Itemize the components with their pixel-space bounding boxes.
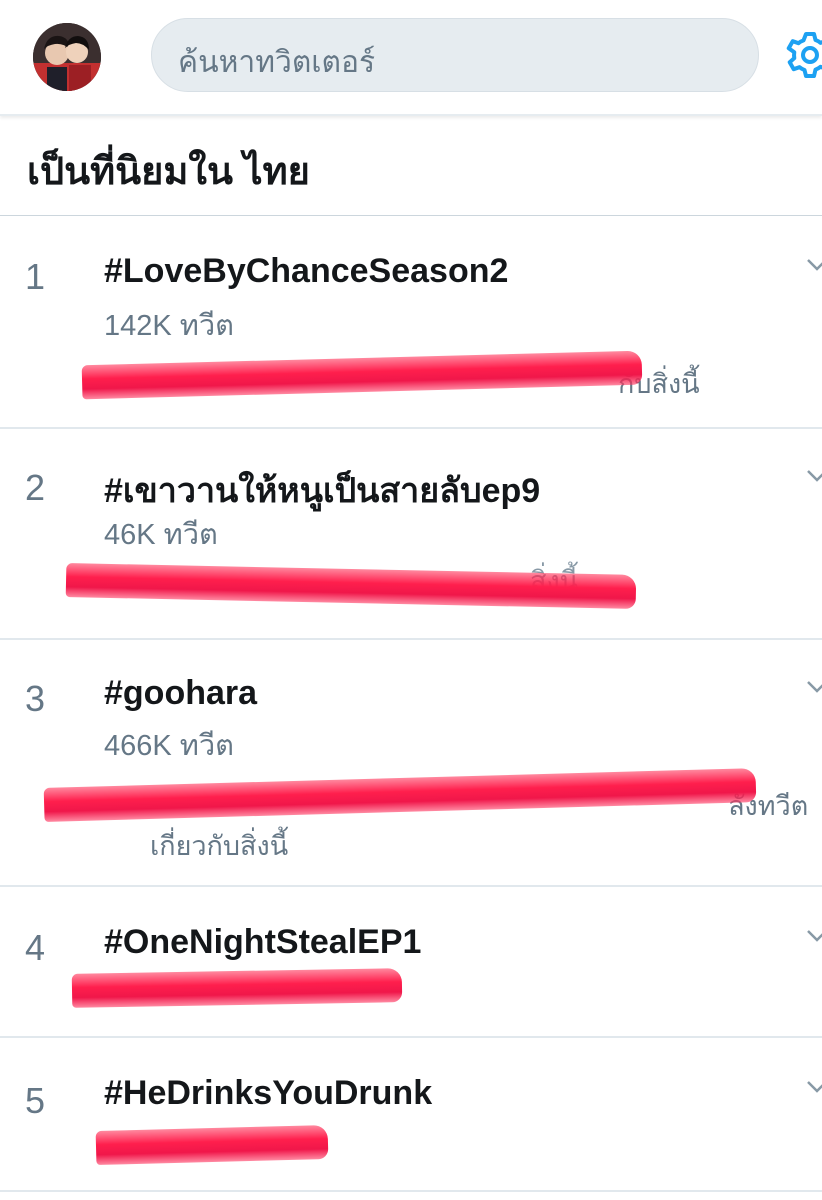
search-field[interactable]: ค้นหาทวิตเตอร์ — [151, 18, 759, 92]
trend-tweet-count: 142K ทวีต — [104, 310, 235, 342]
chevron-down-icon[interactable] — [806, 465, 822, 487]
chevron-down-icon[interactable] — [806, 1076, 822, 1098]
trend-item[interactable]: 4 #OneNightStealEP1 — [0, 887, 822, 1038]
trend-tweet-count: 466K ทวีต — [104, 730, 235, 762]
search-placeholder: ค้นหาทวิตเตอร์ — [178, 46, 376, 79]
trend-rank: 5 — [25, 1080, 46, 1121]
section-title: เป็นที่นิยมใน ไทย — [27, 151, 310, 193]
trend-hashtag[interactable]: #เขาวานให้หนูเป็นสายลับep9 — [104, 463, 540, 517]
redaction-mark — [95, 1124, 329, 1166]
trend-rank: 3 — [25, 678, 46, 719]
chevron-down-icon[interactable] — [806, 254, 822, 276]
trend-item[interactable]: 1 #LoveByChanceSeason2 142K ทวีต กับสิ่ง… — [0, 216, 822, 429]
trend-hashtag[interactable]: #HeDrinksYouDrunk — [104, 1074, 432, 1113]
trend-hashtag[interactable]: #LoveByChanceSeason2 — [104, 252, 508, 291]
trend-item[interactable]: 5 #HeDrinksYouDrunk — [0, 1038, 822, 1200]
trend-tweet-count: 46K ทวีต — [104, 519, 218, 551]
trend-rank: 4 — [25, 927, 46, 968]
gear-icon[interactable] — [785, 30, 822, 80]
trend-item[interactable]: 2 #เขาวานให้หนูเป็นสายลับep9 46K ทวีต สิ… — [0, 429, 822, 640]
chevron-down-icon[interactable] — [806, 676, 822, 698]
top-bar: ค้นหาทวิตเตอร์ — [0, 0, 822, 116]
chevron-down-icon[interactable] — [806, 925, 822, 947]
bottom-divider — [0, 1190, 822, 1192]
redaction-mark — [81, 350, 643, 400]
trend-hashtag[interactable]: #OneNightStealEP1 — [104, 923, 421, 962]
redaction-mark — [71, 968, 403, 1008]
trend-rank: 2 — [25, 467, 46, 508]
trend-item[interactable]: 3 #goohara 466K ทวีต ลังทวีต เกี่ยวกับสิ… — [0, 640, 822, 887]
profile-avatar[interactable] — [33, 23, 101, 91]
trend-rank: 1 — [25, 256, 46, 297]
redaction-mark — [43, 768, 757, 822]
trend-context-line2: เกี่ยวกับสิ่งนี้ — [150, 831, 289, 861]
trend-hashtag[interactable]: #goohara — [104, 674, 257, 713]
